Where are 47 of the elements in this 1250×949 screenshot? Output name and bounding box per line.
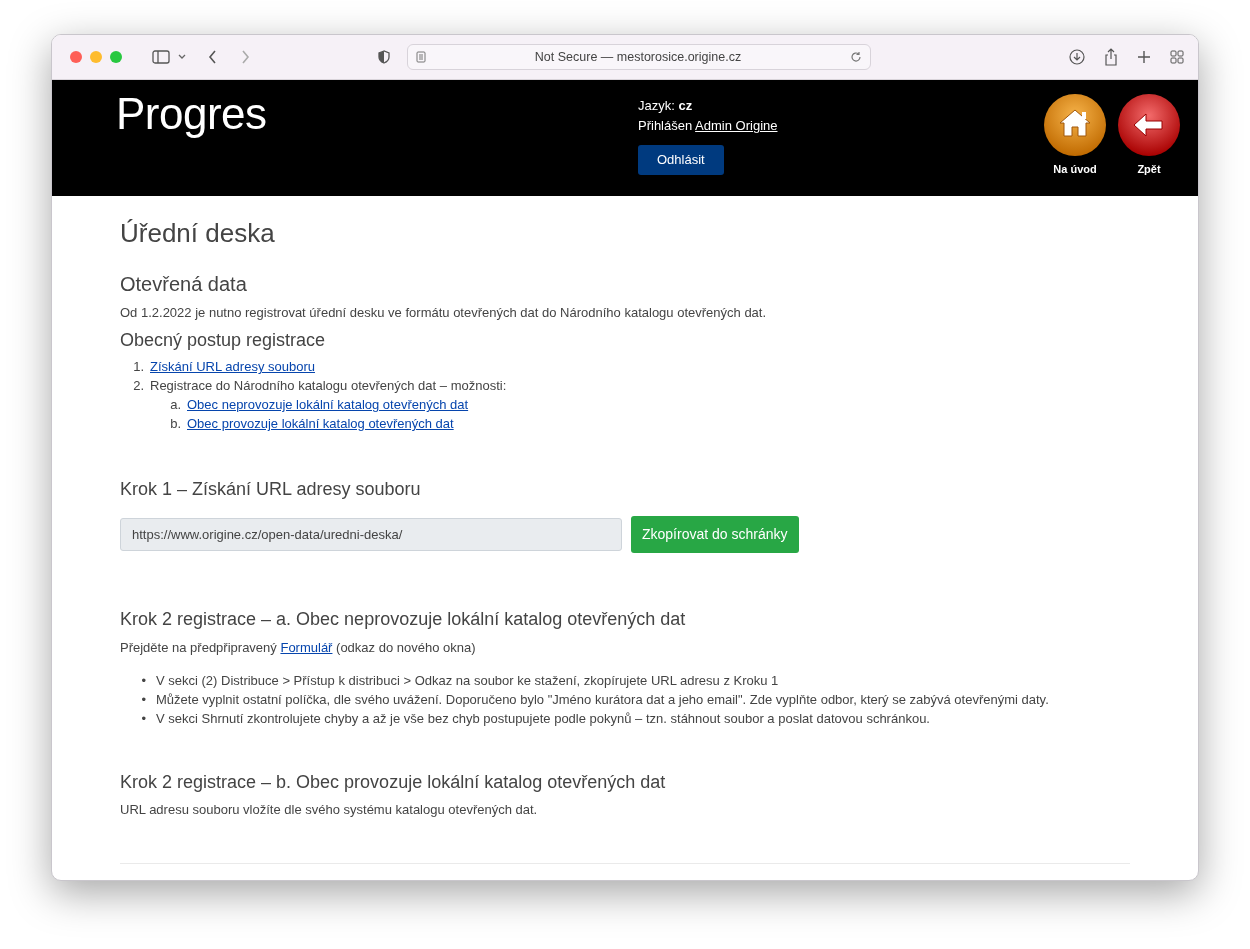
nav-back-button[interactable]: Zpět (1116, 80, 1182, 197)
bullet-marker: • (140, 672, 147, 691)
bullet-marker: • (140, 710, 147, 729)
sidebar-icon[interactable] (152, 50, 170, 65)
forward-icon[interactable] (241, 50, 250, 65)
share-icon[interactable] (1104, 48, 1118, 67)
page-icon (416, 51, 426, 64)
list-text: V sekci Shrnutí zkontrolujete chyby a až je vše bez chyb postupujete podle pokynů – tzn. stáhnout soubor a poslat datovou schránkou. (156, 710, 930, 729)
close-icon[interactable] (70, 51, 82, 64)
list-text: Registrace do Národního katalogu otevřených dat – možnosti: (150, 378, 507, 394)
user-link[interactable]: Admin Origine (695, 118, 778, 134)
logout-button[interactable]: Odhlásit (638, 145, 724, 176)
list-marker: a. (169, 396, 182, 415)
list-text: V sekci (2) Distribuce > Přístup k distribuci > Odkaz na soubor ke stažení, zkopírujete URL adresu z Kroku 1 (156, 672, 779, 691)
house-icon (1043, 93, 1107, 158)
tab-overview-icon[interactable] (1170, 50, 1184, 65)
bullet-marker: • (140, 691, 147, 710)
new-tab-icon[interactable] (1137, 50, 1151, 65)
download-icon[interactable] (1069, 49, 1085, 66)
section-heading: Krok 2 registrace – b. Obec provozuje lokální katalog otevřených dat (120, 772, 667, 794)
paragraph: Přejděte na předpřipravený Formulář (odkaz do nového okna) (120, 639, 477, 658)
form-link[interactable]: Formulář (280, 640, 333, 656)
section-heading: Krok 1 – Získání URL adresy souboru (120, 479, 422, 501)
address-bar[interactable]: Not Secure — mestorosice.origine.cz (407, 44, 871, 71)
list-link[interactable]: Obec provozuje lokální katalog otevřených dat (187, 416, 454, 432)
address-text: Not Secure — mestorosice.origine.cz (533, 48, 743, 66)
logged-in-label: Přihlášen (638, 118, 693, 134)
section-heading: Krok 2 registrace – a. Obec neprovozuje lokální katalog otevřených dat (120, 608, 687, 631)
language-text: Jazyk: cz (638, 97, 694, 116)
chevron-down-icon[interactable] (178, 54, 186, 61)
list-link[interactable]: Získání URL adresy souboru (150, 359, 315, 375)
url-field[interactable]: https://www.origine.cz/open-data/uredni-deska/ (120, 517, 622, 551)
page-title: Úřední deska (120, 218, 276, 250)
shield-icon[interactable] (378, 50, 390, 65)
list-link[interactable]: Obec neprovozuje lokální katalog otevřených dat (187, 397, 469, 413)
list-text: Můžete vyplnit ostatní políčka, dle svého uvážení. Doporučeno bylo "Jméno kurátora dat a jeho email". Zde vyplňte odbor, který se zabývá otevřenými daty. (156, 691, 1049, 710)
back-icon[interactable] (208, 50, 217, 65)
list-marker: 1. (132, 358, 145, 377)
list-marker: 2. (132, 377, 145, 396)
paragraph: URL adresu souboru vložíte dle svého systému katalogu otevřených dat. (120, 801, 539, 819)
reload-icon[interactable] (850, 51, 862, 64)
logo[interactable]: Progres (116, 88, 638, 142)
section-heading: Otevřená data (120, 271, 248, 296)
section-heading: Obecný postup registrace (120, 329, 327, 352)
paragraph: Od 1.2.2022 je nutno registrovat úřední desku ve formátu otevřených dat do Národního katalogu otevřených dat. (120, 303, 768, 322)
list-marker: b. (169, 415, 182, 434)
nav-home-button[interactable]: Na úvod (1042, 80, 1108, 197)
